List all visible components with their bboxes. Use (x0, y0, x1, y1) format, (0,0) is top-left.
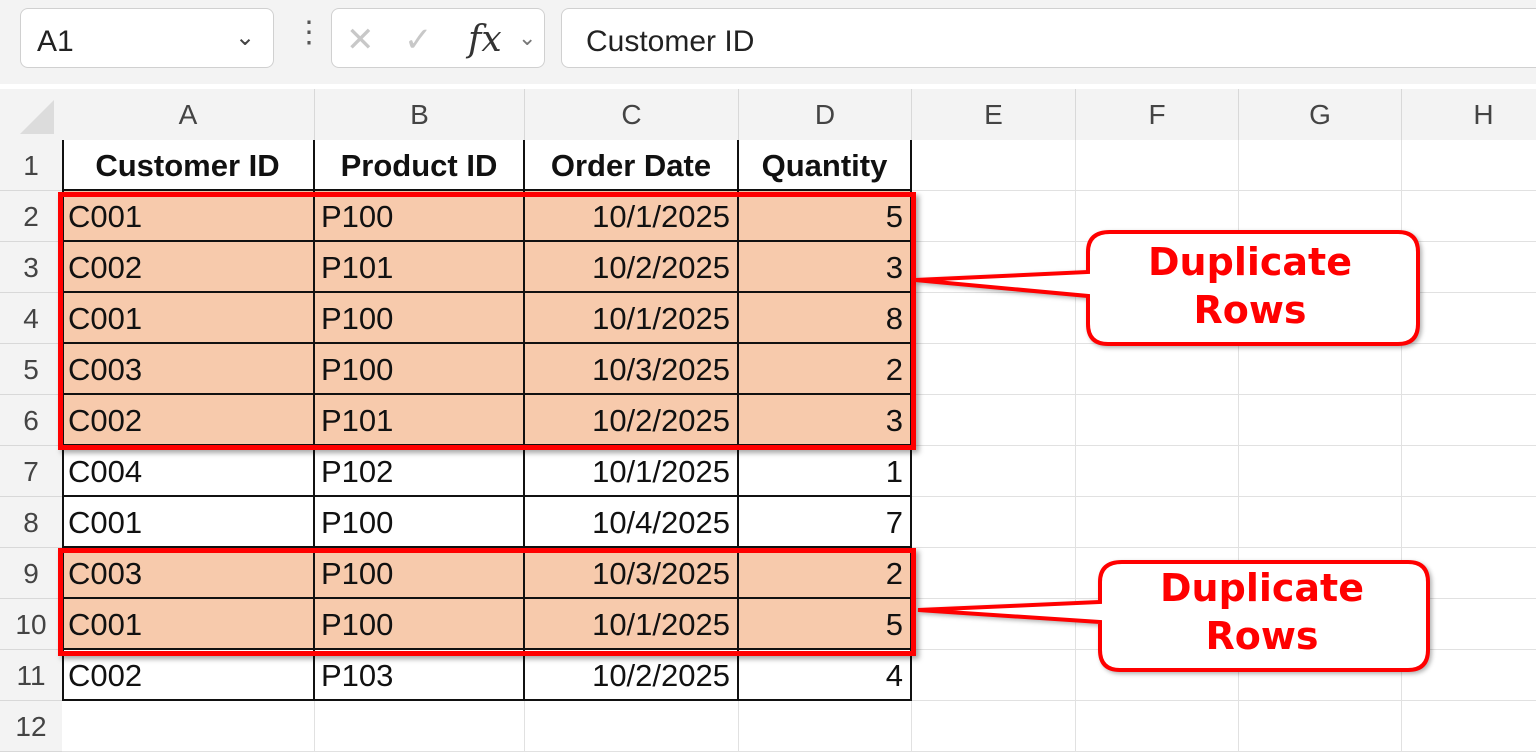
duplicate-callout-2: Duplicate Rows (1112, 564, 1412, 660)
duplicate-callout-1: Duplicate Rows (1100, 238, 1400, 334)
callout-line2: Rows (1205, 614, 1319, 658)
callout-line1: Duplicate (1160, 566, 1364, 610)
callout-line1: Duplicate (1148, 240, 1352, 284)
callout-line2: Rows (1193, 288, 1307, 332)
